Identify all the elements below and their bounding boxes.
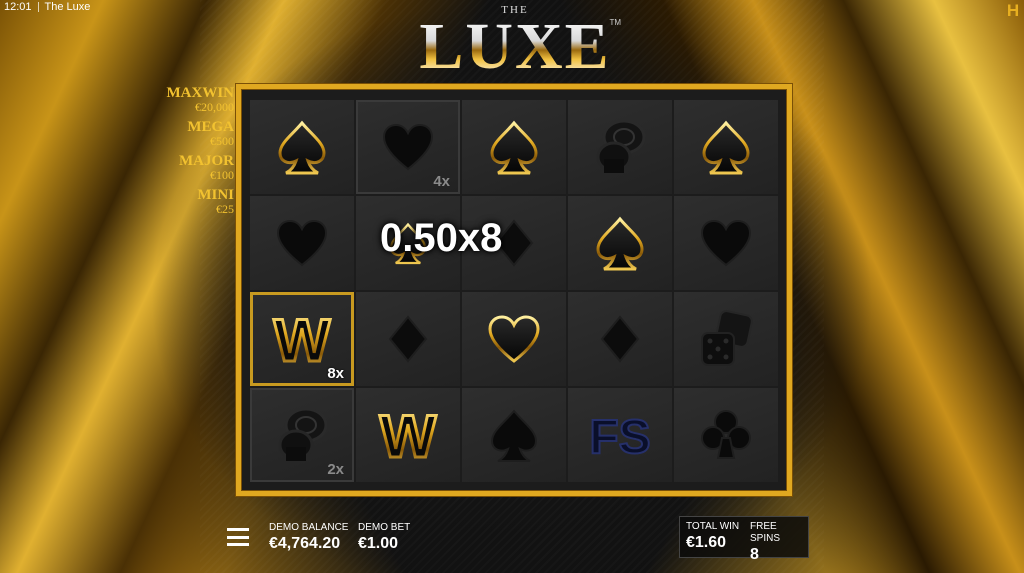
logo-trademark: TM	[609, 18, 621, 27]
cell-r3c3: FS	[568, 388, 672, 482]
jackpot-value: €500	[210, 134, 234, 148]
separator	[37, 2, 39, 12]
hamburger-line	[227, 528, 249, 531]
gold-spade-icon	[278, 120, 326, 175]
status-bar: 12:01 The Luxe	[0, 0, 90, 14]
free-spins-icon: FS	[588, 410, 651, 463]
cell-r0c1: 4x	[356, 100, 460, 194]
wild-letter: W	[274, 309, 331, 369]
dark-diamond-icon	[494, 219, 534, 267]
jackpot-value: €20,000	[195, 100, 234, 114]
total-win-value: €1.60	[686, 534, 727, 551]
cell-r2c0: W 8x	[250, 292, 354, 386]
jackpot-value: €25	[216, 202, 234, 216]
jackpot-maxwin: MAXWIN €20,000	[160, 85, 235, 114]
cell-r3c0: 2x	[250, 388, 354, 482]
jackpot-name: MAXWIN	[166, 85, 235, 101]
bet-value: €1.00	[358, 535, 399, 552]
gold-spade-icon	[702, 120, 750, 175]
cell-r3c1: W	[356, 388, 460, 482]
cell-r1c3	[568, 196, 672, 290]
reel-frame: 4x W 8x 2x W FS	[236, 84, 792, 496]
cell-r1c0	[250, 196, 354, 290]
wild-w-icon: W	[272, 309, 332, 369]
jackpot-mega: MEGA €500	[160, 120, 234, 148]
jackpot-list: MAXWIN €20,000 MEGA €500 MAJOR €100 MINI…	[160, 85, 235, 222]
logo-luxe: LUXE	[405, 14, 625, 80]
cell-r1c1	[356, 196, 460, 290]
dark-diamond-icon	[388, 315, 428, 363]
multiplier-badge: 4x	[433, 173, 450, 190]
dark-heart-icon	[700, 219, 752, 267]
jackpot-name: MINI	[197, 187, 234, 203]
gold-heart-icon	[488, 315, 540, 363]
bottom-bar: DEMO BALANCE €4,764.20 DEMO BET €1.00 TO…	[0, 512, 1024, 573]
hamburger-line	[227, 535, 249, 539]
cell-r0c3	[568, 100, 672, 194]
jackpot-value: €100	[210, 168, 234, 182]
cell-r3c2	[462, 388, 566, 482]
bet-label: DEMO BET	[358, 522, 411, 533]
jackpot-name: MEGA	[187, 119, 234, 135]
cell-r3c4	[674, 388, 778, 482]
jackpot-major: MAJOR €100	[160, 154, 234, 182]
jackpot-name: MAJOR	[179, 153, 234, 169]
poker-chips-icon	[596, 119, 646, 173]
wild-w-icon: W	[378, 405, 438, 465]
gold-spade-icon	[389, 222, 427, 265]
dark-club-icon	[701, 410, 751, 459]
balance-value: €4,764.20	[269, 535, 341, 552]
cell-r2c4	[674, 292, 778, 386]
free-spins-letters: FS	[589, 411, 650, 463]
total-win-label: TOTAL WIN	[686, 521, 740, 532]
cell-r2c3	[568, 292, 672, 386]
balance-label: DEMO BALANCE	[269, 522, 349, 533]
balance-display: DEMO BALANCE €4,764.20	[269, 522, 348, 554]
symbol-grid: 4x W 8x 2x W FS	[250, 100, 778, 482]
menu-button[interactable]	[227, 528, 249, 546]
cell-r0c0	[250, 100, 354, 194]
dark-heart-icon	[276, 219, 328, 267]
free-spins-label: FREE SPINS	[750, 521, 781, 544]
wild-letter: W	[380, 405, 437, 465]
cell-r0c2	[462, 100, 566, 194]
dark-diamond-icon	[600, 315, 640, 363]
multiplier-badge: 2x	[327, 461, 344, 478]
jackpot-mini: MINI €25	[160, 188, 234, 216]
cell-r2c1	[356, 292, 460, 386]
total-win-display: TOTAL WIN €1.60	[686, 521, 739, 553]
cell-r2c2	[462, 292, 566, 386]
game-logo: THE LUXE TM	[405, 4, 625, 84]
clock: 12:01	[4, 1, 32, 13]
dark-heart-icon	[382, 123, 434, 171]
dark-spade-icon	[490, 409, 538, 462]
window-title: The Luxe	[44, 1, 91, 13]
poker-chips-icon	[278, 407, 328, 461]
win-summary-panel: TOTAL WIN €1.60 FREE SPINS 8	[679, 516, 809, 563]
cell-r0c4	[674, 100, 778, 194]
dice-icon	[701, 310, 753, 366]
free-spins-display: FREE SPINS 8	[750, 521, 808, 565]
free-spins-value: 8	[750, 546, 759, 563]
provider-logo-icon: H	[1006, 1, 1020, 20]
gold-spade-icon	[490, 120, 538, 175]
hamburger-line	[227, 543, 249, 546]
cell-r1c4	[674, 196, 778, 290]
cell-r1c2	[462, 196, 566, 290]
multiplier-badge: 8x	[327, 365, 344, 382]
gold-spade-icon	[596, 216, 644, 271]
bet-display[interactable]: DEMO BET €1.00	[358, 522, 410, 554]
